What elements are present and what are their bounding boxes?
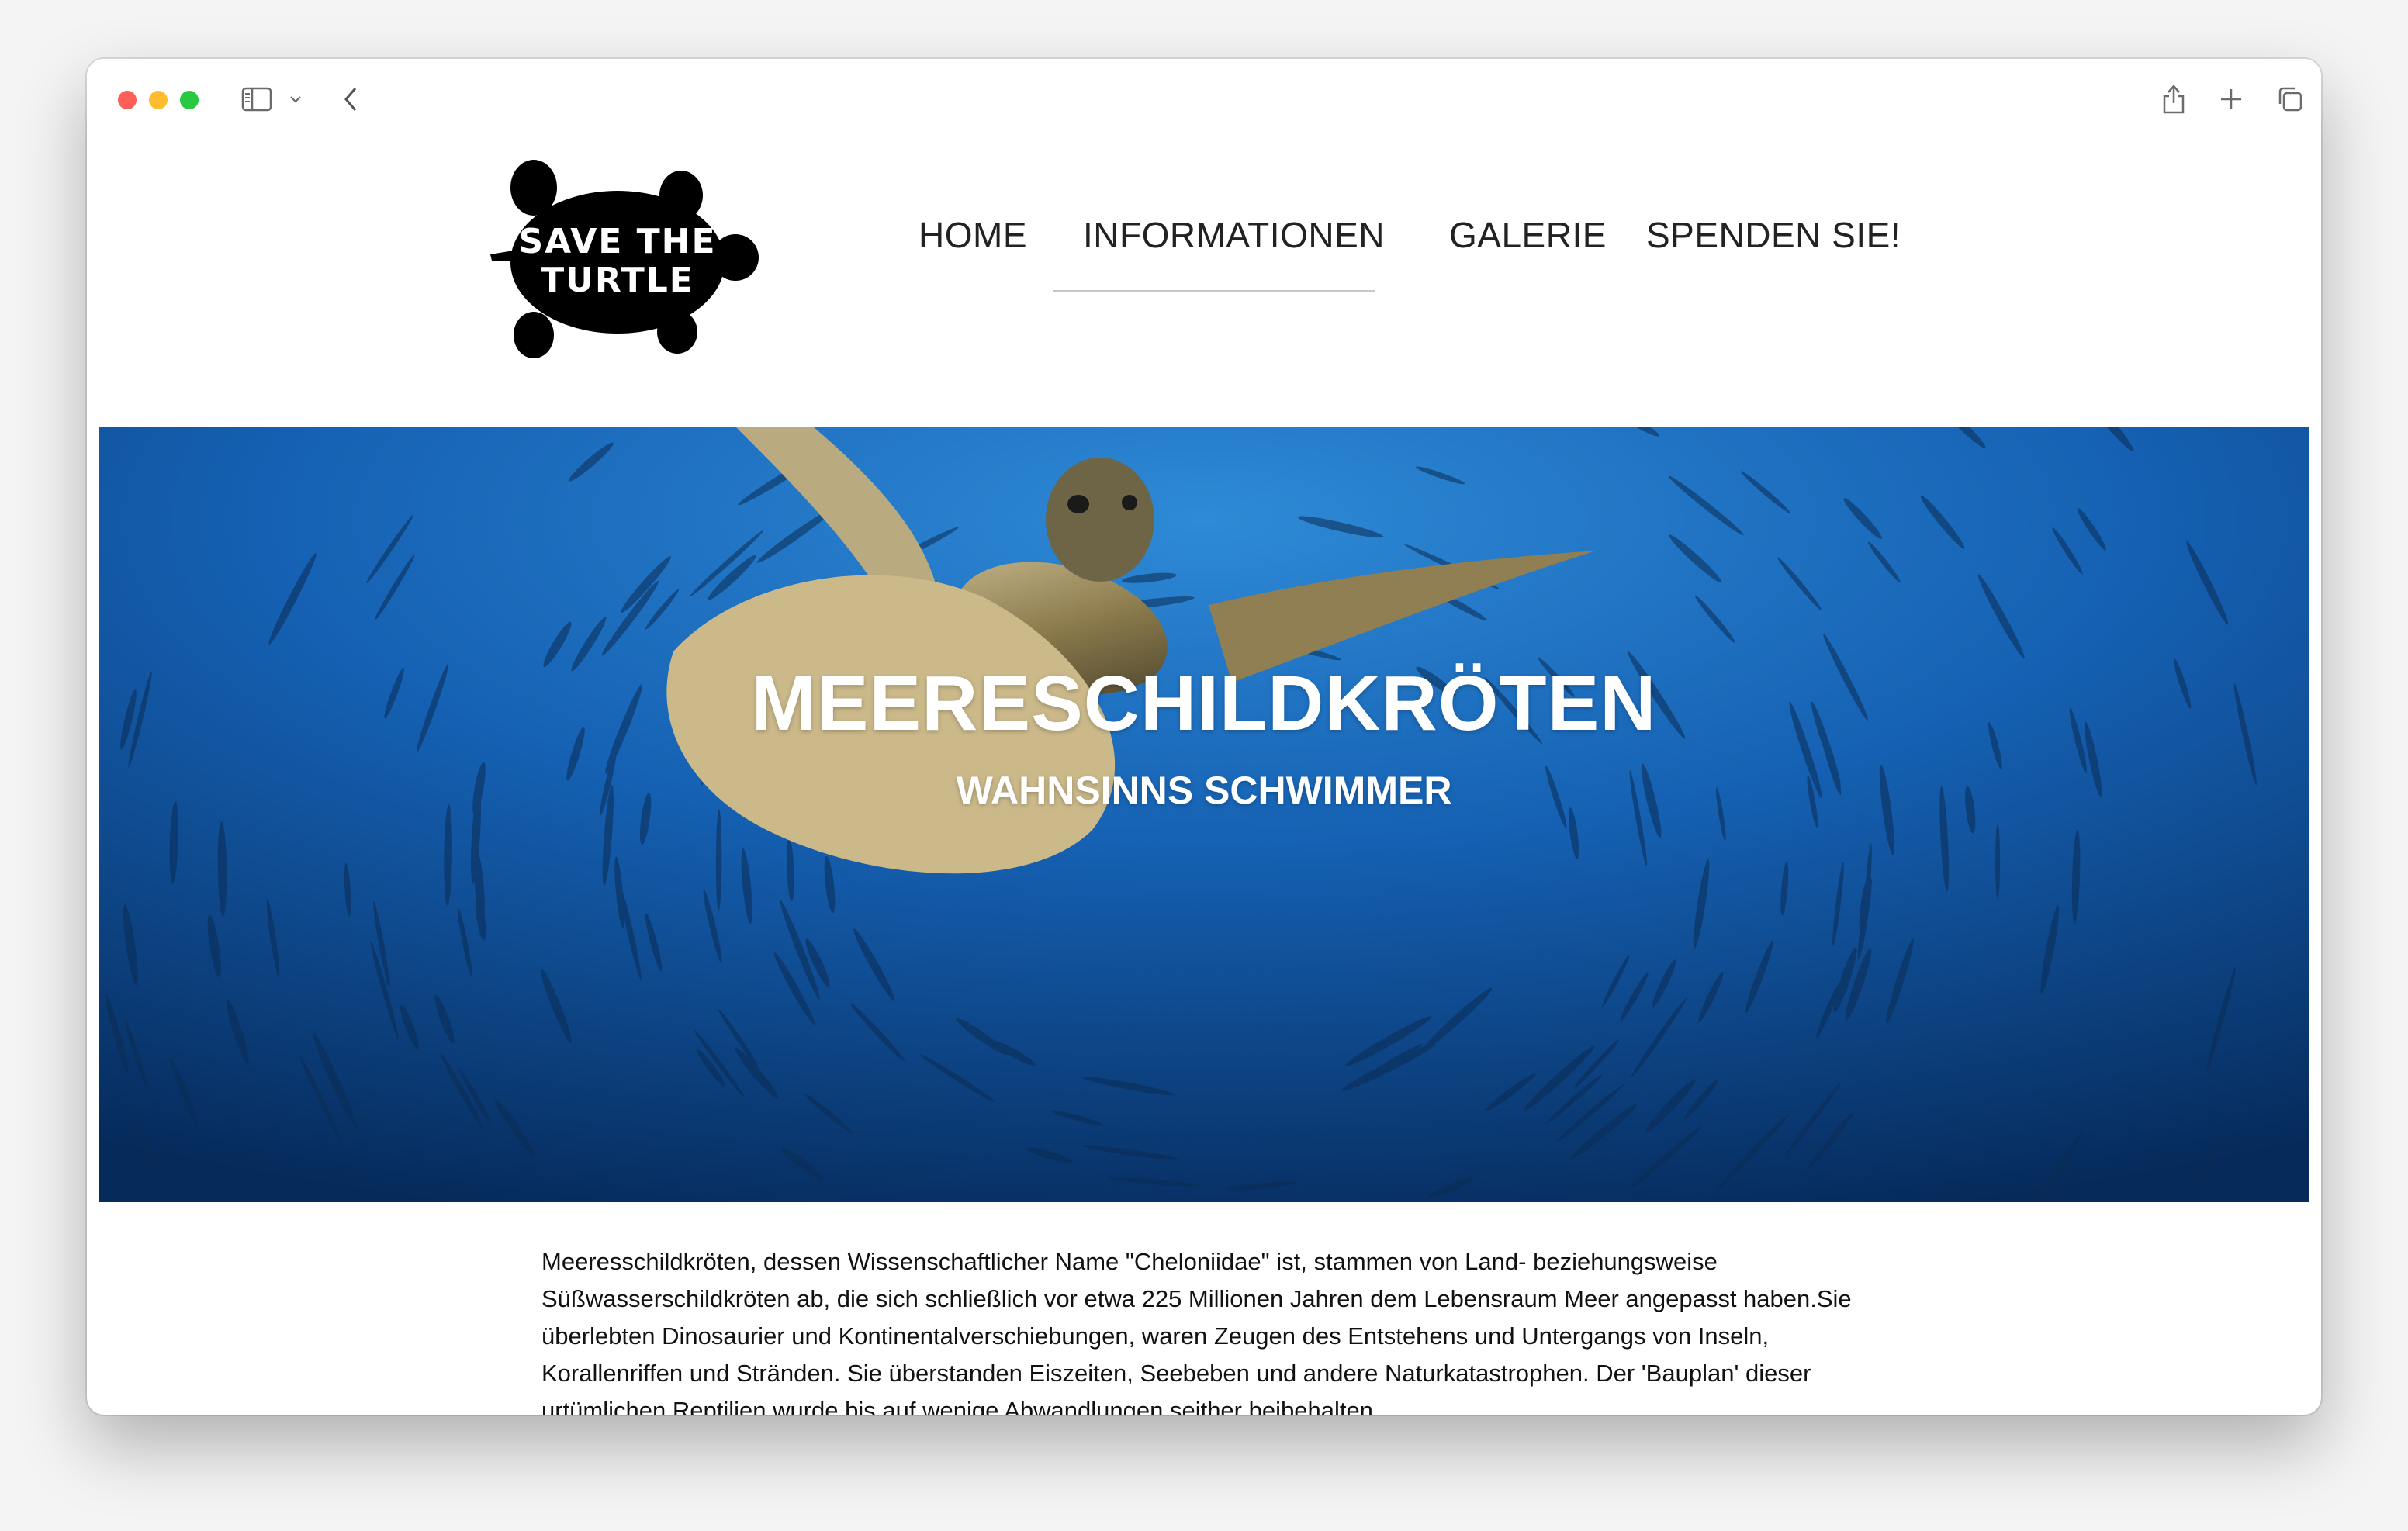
nav-home[interactable]: HOME (919, 214, 1027, 256)
minimize-window-button[interactable] (149, 91, 168, 109)
fish-shape (1995, 824, 2001, 899)
intro-paragraph: Meeresschildkröten, dessen Wissenschaftl… (541, 1248, 1852, 1415)
zoom-window-button[interactable] (180, 91, 199, 109)
tabs-icon[interactable] (2273, 79, 2307, 119)
hero-title: MEERESCHILDKRÖTEN (751, 660, 1657, 747)
hero-banner: MEERESCHILDKRÖTEN WAHNSINNS SCHWIMMER (99, 427, 2309, 1202)
browser-toolbar (87, 59, 2321, 137)
main-navigation: HOME INFORMATIONEN GALERIE SPENDEN SIE! (87, 214, 2321, 292)
hero-image (99, 427, 2309, 1202)
nav-informationen[interactable]: INFORMATIONEN (1083, 214, 1385, 256)
hero-subtitle: WAHNSINNS SCHWIMMER (956, 769, 1452, 812)
nav-active-underline (1054, 290, 1375, 292)
back-icon[interactable] (335, 79, 366, 119)
nav-galerie[interactable]: GALERIE (1449, 214, 1607, 256)
nav-spenden[interactable]: SPENDEN SIE! (1646, 214, 1901, 256)
browser-window: SAVE THE TURTLE HOME INFORMATIONEN GALER… (87, 59, 2321, 1415)
share-icon[interactable] (2157, 79, 2191, 119)
chevron-down-icon[interactable] (285, 79, 306, 119)
plus-icon[interactable] (2214, 79, 2248, 119)
sidebar-icon[interactable] (237, 79, 276, 119)
close-window-button[interactable] (118, 91, 137, 109)
